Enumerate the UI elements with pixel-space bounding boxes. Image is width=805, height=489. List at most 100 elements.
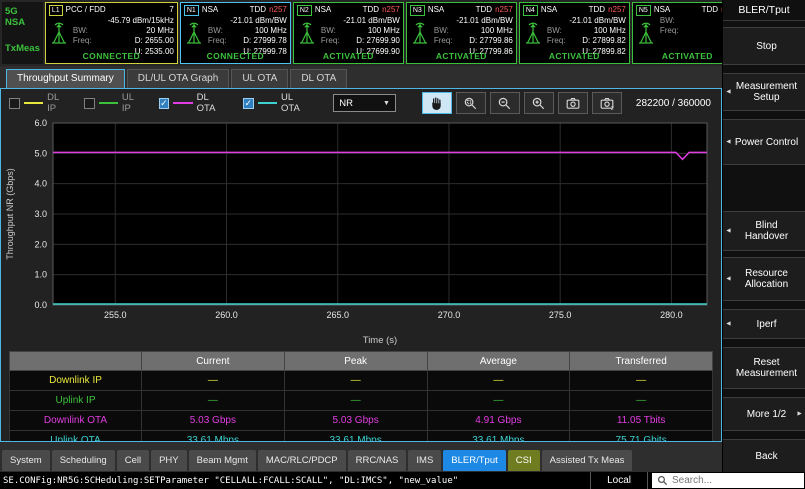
svg-text:255.0: 255.0 [104,310,127,320]
meas-label-line2: TxMeas [5,43,40,54]
chart-canvas[interactable]: 0.01.02.03.04.05.06.0255.0260.0265.0270.… [1,117,719,347]
table-cell: — [427,391,570,411]
legend-checkbox[interactable] [84,98,95,109]
table-cell: 33.61 Mbps [284,431,427,443]
blind-handover-button[interactable]: ◄ Blind Handover [723,211,805,251]
svg-text:270.0: 270.0 [438,310,461,320]
bottom-tab-bler-tput[interactable]: BLER/Tput [443,450,505,471]
antenna-icon [523,20,543,46]
legend-checkbox[interactable]: ✓ [159,98,170,109]
row-label: Uplink OTA [10,431,142,443]
tab-ul-ota[interactable]: UL OTA [231,69,288,88]
tab-throughput-summary[interactable]: Throughput Summary [6,69,125,88]
measurement-mode-label: 5G NSA TxMeas [2,2,43,64]
cell-band: n257 [721,5,722,15]
cell-panel[interactable]: N4 NSA TDD n257 -21.01 dBm/BW BW:100 MHz… [519,2,630,64]
svg-text:Time (s): Time (s) [363,335,397,346]
bottom-tab-cell[interactable]: Cell [117,450,149,471]
legend-label: UL IP [122,92,145,114]
legend-checkbox[interactable] [9,98,20,109]
bottom-tab-beam-mgmt[interactable]: Beam Mgmt [189,450,256,471]
reset-measurement-button[interactable]: Reset Measurement [723,347,805,389]
bottom-tab-scheduling[interactable]: Scheduling [52,450,115,471]
legend-line-swatch [173,102,192,104]
cell-status: CONNECTED [46,51,177,62]
table-header-cell: Transferred [570,352,713,371]
legend-line-swatch [258,102,277,104]
bottom-tab-assisted-tx-meas[interactable]: Assisted Tx Meas [542,450,633,471]
cell-status: ACTIVATED [294,51,403,62]
arrow-left-icon: ◄ [725,228,732,235]
legend-label: UL OTA [281,92,313,114]
cell-bw-label: BW: [208,26,223,36]
bottom-tab-csi[interactable]: CSI [508,450,540,471]
bottom-tab-phy[interactable]: PHY [151,450,187,471]
table-header-cell: Peak [284,352,427,371]
cell-panel[interactable]: N1 NSA TDD n257 -21.01 dBm/BW BW:100 MHz… [180,2,291,64]
search-icon [657,475,668,486]
cell-duplex: TDD [702,5,718,15]
more-pages-button[interactable]: More 1/2 ► [723,397,805,431]
cell-name: NSA [428,5,444,15]
search-input[interactable]: Search... [652,473,804,488]
cell-panel[interactable]: N3 NSA TDD n257 -21.01 dBm/BW BW:100 MHz… [406,2,517,64]
table-row: Uplink IP — — — — [10,391,713,411]
cell-name: NSA [654,5,670,15]
zoom-selection-button[interactable] [456,92,486,114]
legend-label: DL IP [47,92,70,114]
cell-panel[interactable]: L1 PCC / FDD 7 -45.79 dBm/15kHz BW:20 MH… [45,2,178,64]
cell-band: n257 [382,5,400,15]
cell-band: n257 [608,5,626,15]
cell-status: ACTIVATED [633,51,722,62]
cell-freq-dl: D: 27699.90 [340,36,400,46]
power-control-button[interactable]: ◄ Power Control [723,119,805,165]
zoom-in-icon [531,96,546,111]
bottom-tab-rrc-nas[interactable]: RRC/NAS [348,450,407,471]
iperf-button[interactable]: ◄ Iperf [723,309,805,339]
table-header-cell: Current [142,352,285,371]
throughput-chart[interactable]: 0.01.02.03.04.05.06.0255.0260.0265.0270.… [1,117,721,347]
tab-dlul-ota-graph[interactable]: DL/UL OTA Graph [127,69,230,88]
cell-panel[interactable]: N2 NSA TDD n257 -21.01 dBm/BW BW:100 MHz… [293,2,404,64]
table-header-cell: Average [427,352,570,371]
cell-freq-dl: D: 27799.86 [453,36,513,46]
bottom-tab-mac-rlc-pdcp[interactable]: MAC/RLC/PDCP [258,450,346,471]
table-cell: — [142,391,285,411]
table-cell: — [284,391,427,411]
bottom-tab-system[interactable]: System [2,450,50,471]
rat-select-dropdown[interactable]: NR ▼ [333,94,396,112]
measurement-setup-button[interactable]: ◄ Measurement Setup [723,73,805,111]
arrow-left-icon: ◄ [725,276,732,283]
cell-name: PCC / FDD [66,5,106,15]
sidebar-title: BLER/Tput [723,0,805,21]
antenna-icon [636,20,656,46]
cell-bw-value: 100 MHz [594,26,626,36]
zoom-in-button[interactable] [524,92,554,114]
tab-dl-ota[interactable]: DL OTA [290,69,347,88]
svg-text:2: 2 [611,106,614,111]
table-cell: 5.03 Gbps [284,411,427,431]
snapshot-2-button[interactable]: 2 [592,92,622,114]
arrow-right-icon: ► [796,411,803,418]
svg-text:265.0: 265.0 [326,310,349,320]
pan-tool-button[interactable] [422,92,452,114]
svg-text:260.0: 260.0 [215,310,238,320]
local-mode-button[interactable]: Local [590,472,648,489]
resource-allocation-button[interactable]: ◄ Resource Allocation [723,257,805,301]
table-cell: 33.61 Mbps [427,431,570,443]
caret-down-icon: ▼ [383,100,390,107]
svg-text:0.0: 0.0 [34,300,47,310]
softkey-sidebar: BLER/Tput Stop ◄ Measurement Setup ◄ Pow… [722,0,805,472]
arrow-left-icon: ◄ [725,89,732,96]
legend-checkbox[interactable]: ✓ [243,98,254,109]
antenna-icon [184,20,204,46]
bottom-tab-ims[interactable]: IMS [408,450,441,471]
snapshot-button[interactable] [558,92,588,114]
back-button[interactable]: Back [723,439,805,472]
cell-duplex: TDD [476,5,492,15]
cell-freq-label: Freq: [660,26,679,36]
row-label: Downlink OTA [10,411,142,431]
cell-panel[interactable]: N5 NSA TDD n257 BW: Freq: ACTIVATED [632,2,722,64]
stop-button[interactable]: Stop [723,27,805,65]
zoom-out-button[interactable] [490,92,520,114]
